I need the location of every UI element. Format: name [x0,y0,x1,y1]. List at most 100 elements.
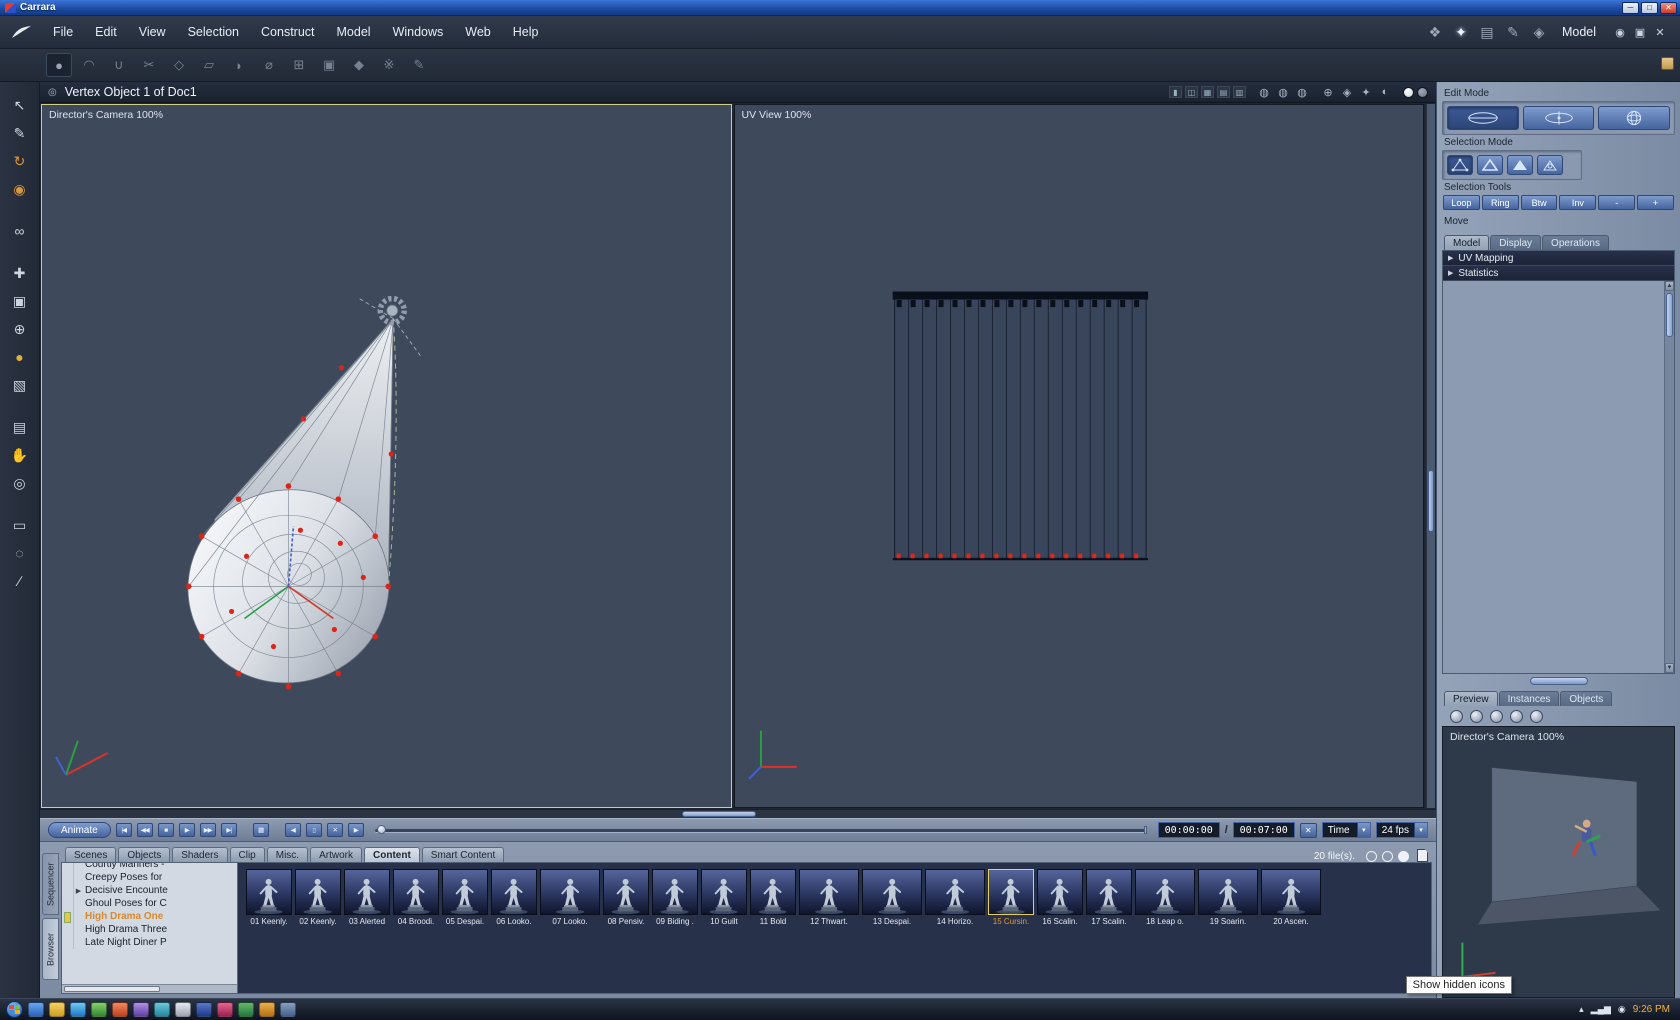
taskbar-app-icon[interactable] [91,1002,107,1017]
content-thumbnail[interactable]: 18 Leap o. [1135,869,1195,926]
close-panel-icon[interactable]: ✕ [1650,26,1670,39]
expand-arrow-icon[interactable]: ▶ [74,887,83,895]
network-icon[interactable]: ▂▄▆ [1591,1004,1611,1015]
object-selection-button[interactable] [1537,155,1563,175]
scissors-tool-button[interactable]: ✂ [136,53,162,77]
frame-view-icon[interactable]: ✦ [1358,86,1374,99]
storyboard-room-icon[interactable]: ▤ [1474,24,1500,41]
rewind-button[interactable]: ◀◀ [136,823,153,837]
content-thumbnail[interactable]: 16 Scalin. [1037,869,1083,926]
small-view-button[interactable] [1366,851,1377,862]
menu-item-construct[interactable]: Construct [250,25,326,39]
taskbar-app-icon[interactable] [49,1002,65,1017]
restore-panel-icon[interactable]: ▣ [1630,26,1650,39]
tree-item-selected[interactable]: High Drama One [62,910,237,923]
model-room-icon[interactable]: ✦ [1448,24,1474,41]
taskbar-app-icon[interactable] [238,1002,254,1017]
preview-rotate-button[interactable] [1450,709,1463,723]
invert-select-button[interactable]: Inv [1559,195,1597,210]
between-select-button[interactable]: Btw [1520,195,1558,210]
menu-item-edit[interactable]: Edit [84,25,128,39]
delete-tool[interactable]: ▧ [8,374,32,396]
layout-rows-button[interactable]: ▥ [1233,86,1246,98]
content-thumbnail[interactable]: 12 Thwart. [799,869,859,926]
move-tool[interactable]: ✚ [8,262,32,284]
menu-item-selection[interactable]: Selection [177,25,250,39]
preview-zoom-button[interactable] [1490,709,1503,723]
delete-keyframe-button[interactable]: ✕ [326,823,343,837]
menu-item-view[interactable]: View [128,25,177,39]
tab-instances[interactable]: Instances [1498,691,1560,706]
edit-mode-grid-button[interactable] [1598,106,1671,130]
shrink-select-button[interactable]: - [1598,195,1636,210]
content-thumbnail[interactable]: 10 Guilt [701,869,747,926]
axis-tool[interactable]: ⊕ [8,318,32,340]
marquee-tool[interactable]: ▭ [8,514,32,536]
stop-button[interactable]: ■ [157,823,174,837]
sequencer-tab[interactable]: Sequencer [42,853,59,915]
start-button[interactable] [6,1001,23,1018]
content-thumbnail[interactable]: 13 Despai. [862,869,922,926]
taskbar-app-icon[interactable] [217,1002,233,1017]
menu-item-web[interactable]: Web [454,25,501,39]
scale-tool[interactable]: ▣ [8,290,32,312]
plane-tool-button[interactable]: ▱ [196,53,222,77]
half-sphere-tool-button[interactable]: ◗ [226,53,252,77]
tab-shaders[interactable]: Shaders [172,847,228,862]
edit-mode-axis-button[interactable] [1522,106,1595,130]
browser-tab[interactable]: Browser [42,918,59,980]
tree-item[interactable]: Creepy Poses for [62,871,237,884]
section-uv-mapping[interactable]: ▶ UV Mapping [1443,251,1674,266]
orbit-view-icon[interactable]: ◈ [1339,86,1355,99]
tab-misc[interactable]: Misc. [266,847,309,862]
scene-preview-canvas[interactable] [1443,727,1674,997]
lathe-tool-button[interactable]: ▣ [316,53,342,77]
chevron-down-icon[interactable]: ▾ [1356,823,1370,837]
content-thumbnail[interactable]: 09 Biding . [652,869,698,926]
tab-scenes[interactable]: Scenes [65,847,117,862]
spray-tool-button[interactable]: ※ [376,53,402,77]
preview-light-button[interactable] [1530,709,1543,723]
content-thumbnail[interactable]: 19 Soarin. [1198,869,1258,926]
taskbar-app-icon[interactable] [196,1002,212,1017]
fps-dropdown[interactable]: 24 fps ▾ [1375,822,1428,838]
tree-item[interactable]: Courtly Manners - [62,863,237,871]
uv-map-canvas[interactable] [735,105,1424,807]
menu-item-windows[interactable]: Windows [382,25,455,39]
vertex-selection-button[interactable] [1447,155,1473,175]
content-thumbnail[interactable]: 07 Looko. [540,869,600,926]
tab-objects[interactable]: Objects [1560,691,1613,706]
time-unit-dropdown[interactable]: Time ▾ [1321,822,1371,838]
content-thumbnail[interactable]: 11 Bold [750,869,796,926]
tab-artwork[interactable]: Artwork [310,847,362,862]
shell-tool[interactable]: ◉ [8,178,32,200]
content-thumbnail[interactable]: 08 Pensiv. [603,869,649,926]
add-keyframe-button[interactable]: ▯ [305,823,322,837]
taskbar-app-icon[interactable] [112,1002,128,1017]
pen-tool-button[interactable]: ✎ [406,53,432,77]
sphere-primitive-button[interactable]: ● [46,53,72,77]
previous-keyframe-button[interactable]: ◀ [284,823,301,837]
tree-item[interactable]: Late Night Diner P [62,936,237,949]
layout-grid-button[interactable]: ▤ [1217,86,1230,98]
layout-single-button[interactable]: ▮ [1169,86,1182,98]
minimize-button[interactable]: ─ [1622,1,1639,14]
edit-mode-wire-button[interactable] [1447,106,1519,130]
section-statistics[interactable]: ▶ Statistics [1443,266,1674,281]
next-keyframe-button[interactable]: ▶ [347,823,364,837]
end-time-field[interactable]: 00:07:00 [1232,822,1295,838]
pencil-tool[interactable]: ∕ [8,570,32,592]
scroll-down-icon[interactable]: ▼ [1665,663,1674,673]
director-camera-viewport[interactable]: Director's Camera 100% [41,104,732,808]
loop-toggle-button[interactable]: ▦ [252,823,269,837]
uv-tool-button[interactable]: ∪ [106,53,132,77]
go-end-button[interactable]: ▶| [220,823,237,837]
tree-item[interactable]: Ghoul Poses for C [62,897,237,910]
polygon-tool-button[interactable]: ◇ [166,53,192,77]
preview-pan-button[interactable] [1470,709,1483,723]
content-thumbnail[interactable]: 01 Keenly. [246,869,292,926]
camera-tool[interactable]: ▤ [8,416,32,438]
curve-tool-button[interactable]: ◠ [76,53,102,77]
go-start-button[interactable]: |◀ [115,823,132,837]
texture-room-icon[interactable]: ◈ [1526,24,1552,41]
